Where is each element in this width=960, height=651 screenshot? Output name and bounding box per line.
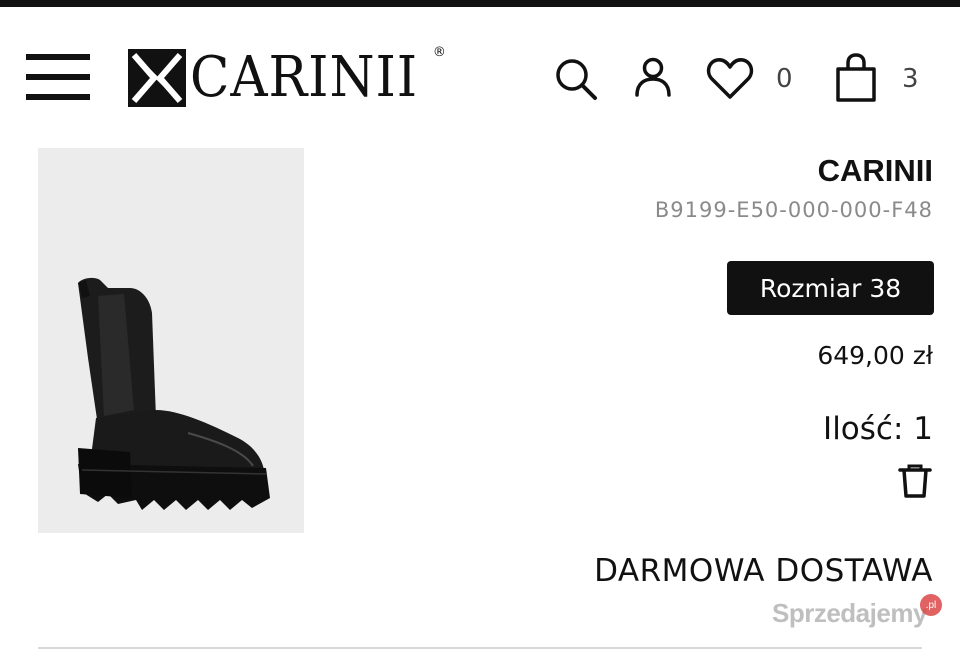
menu-button[interactable]	[26, 54, 90, 100]
product-brand[interactable]: CARINII	[818, 153, 933, 189]
product-price: 649,00 zł	[817, 341, 933, 370]
product-image[interactable]	[38, 148, 304, 533]
watermark-badge: .pl	[920, 594, 942, 616]
hamburger-icon-line	[26, 94, 90, 100]
registered-mark: ®	[432, 45, 446, 60]
size-badge: Rozmiar 38	[727, 261, 934, 315]
product-sku: B9199-E50-000-000-F48	[654, 198, 933, 222]
site-header: CARINII ® 0 3	[0, 7, 960, 132]
logo-mark-icon	[128, 49, 186, 107]
cart-count[interactable]: 3	[902, 64, 919, 94]
search-icon[interactable]	[554, 57, 598, 101]
trash-icon[interactable]	[898, 463, 932, 499]
watermark-text: Sprzedajemy	[772, 598, 927, 628]
size-label: Rozmiar 38	[759, 273, 902, 303]
favorites-count[interactable]: 0	[776, 64, 793, 94]
user-icon[interactable]	[634, 57, 672, 97]
free-shipping-label: DARMOWA DOSTAWA	[594, 553, 933, 589]
quantity-label: Ilość: 1	[823, 411, 933, 447]
hamburger-icon-line	[26, 74, 90, 80]
shopping-bag-icon[interactable]	[834, 53, 878, 103]
logo-text: CARINII	[190, 45, 419, 110]
brand-logo[interactable]: CARINII ®	[128, 45, 446, 110]
boot-image	[38, 148, 304, 533]
heart-icon[interactable]	[706, 57, 754, 101]
hamburger-icon-line	[26, 54, 90, 60]
top-bar	[0, 0, 960, 7]
divider	[38, 647, 922, 649]
